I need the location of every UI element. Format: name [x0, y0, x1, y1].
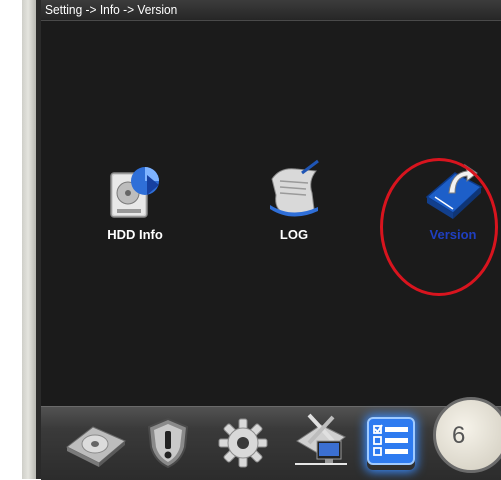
taskbar-item-tools[interactable] [291, 411, 351, 476]
page-number: 6 [452, 422, 466, 449]
highlight-circle [380, 158, 498, 296]
taskbar-item-settings[interactable] [217, 417, 269, 474]
gear-icon [218, 418, 268, 468]
tile-hdd-info[interactable]: HDD Info [80, 159, 190, 242]
title-bar: Setting -> Info -> Version [41, 0, 501, 21]
hdd-info-icon [110, 167, 159, 218]
taskbar-item-info[interactable] [367, 417, 415, 470]
disk-icon [66, 426, 126, 467]
taskbar [41, 406, 501, 480]
taskbar-item-disk[interactable] [63, 419, 129, 472]
app-window: Setting -> Info -> Version HDD Info LOG … [41, 0, 501, 480]
breadcrumb: Setting -> Info -> Version [45, 2, 178, 17]
main-content: HDD Info LOG Version [41, 21, 501, 406]
log-icon [270, 159, 319, 217]
page-number-badge[interactable]: 6 [433, 397, 501, 473]
window-left-frame [22, 0, 36, 479]
tools-network-icon [295, 413, 347, 465]
tile-label: LOG [279, 227, 309, 242]
shield-alert-icon [147, 417, 189, 469]
tile-log[interactable]: LOG [239, 159, 349, 242]
tile-label: HDD Info [107, 227, 163, 242]
info-checklist-icon [367, 417, 415, 465]
taskbar-item-security[interactable] [145, 417, 191, 474]
